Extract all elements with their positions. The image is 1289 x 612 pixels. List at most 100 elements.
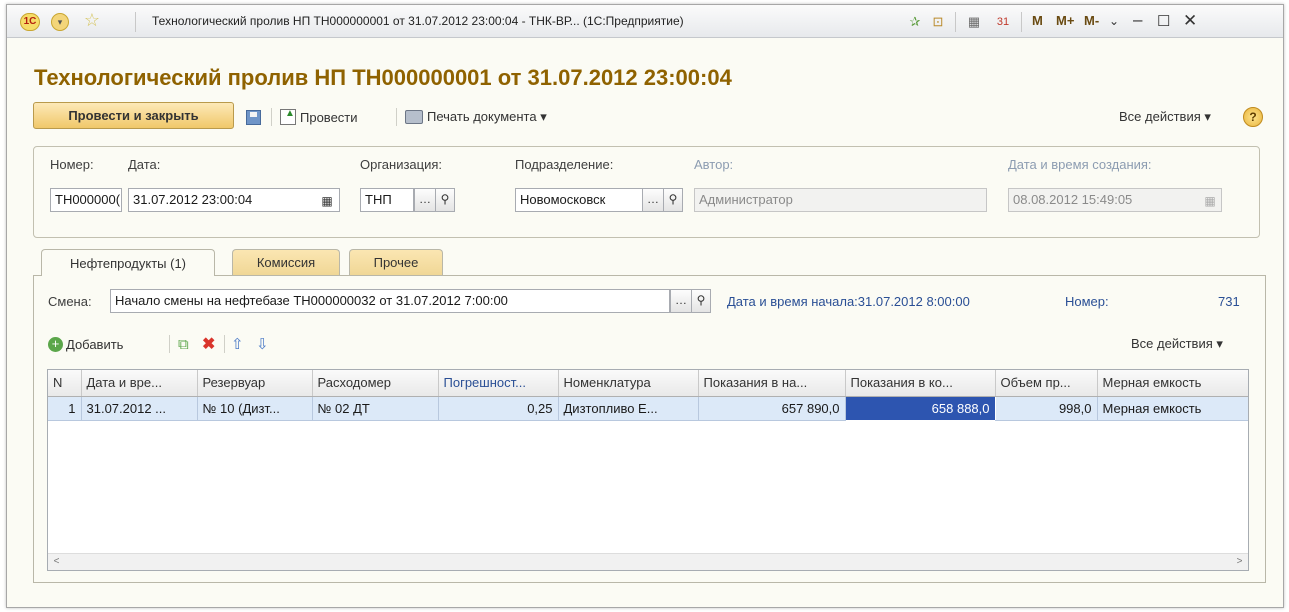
calendar-icon[interactable]: 31 bbox=[993, 12, 1013, 32]
column-header[interactable]: Объем пр... bbox=[995, 370, 1098, 397]
chevron-down-icon[interactable]: ⌄ bbox=[1109, 14, 1119, 28]
column-header[interactable]: Расходомер bbox=[312, 370, 439, 397]
move-down-icon[interactable]: ⇩ bbox=[256, 333, 269, 355]
page-title: Технологический пролив НП ТН000000001 от… bbox=[34, 65, 732, 90]
department-field[interactable]: Новомосковск bbox=[515, 188, 643, 212]
shift-search-icon[interactable]: ⚲ bbox=[691, 289, 711, 313]
post-button-label: Провести bbox=[300, 109, 358, 125]
created-label: Дата и время создания: bbox=[1008, 157, 1152, 172]
print-document-button[interactable]: Печать документа ▾ bbox=[405, 106, 547, 128]
column-header[interactable]: Дата и вре... bbox=[81, 370, 198, 397]
organization-field[interactable]: ТНП bbox=[360, 188, 414, 212]
table-cell[interactable]: № 02 ДТ bbox=[312, 396, 439, 421]
favorite-star-icon[interactable]: ☆ bbox=[80, 10, 104, 32]
column-header[interactable]: Показания в ко... bbox=[845, 370, 996, 397]
title-separator bbox=[1021, 12, 1022, 32]
table-cell[interactable]: № 10 (Дизт... bbox=[197, 396, 313, 421]
all-actions-menu[interactable]: Все действия ▾ bbox=[1119, 106, 1211, 128]
add-row-button[interactable]: + Добавить bbox=[48, 333, 123, 355]
calendar-picker-icon[interactable]: ▦ bbox=[318, 191, 336, 209]
column-header[interactable]: Показания в на... bbox=[698, 370, 846, 397]
department-search-icon[interactable]: ⚲ bbox=[663, 188, 683, 212]
memory-subtract-button[interactable]: M- bbox=[1084, 13, 1099, 28]
table-cell[interactable]: 1 bbox=[48, 396, 82, 421]
printer-icon bbox=[405, 110, 423, 124]
memory-add-button[interactable]: M+ bbox=[1056, 13, 1074, 28]
shift-start-label: Дата и время начала:31.07.2012 8:00:00 bbox=[727, 294, 970, 309]
table-cell[interactable]: 998,0 bbox=[995, 396, 1098, 421]
table-row[interactable]: 1 31.07.2012 ... № 10 (Дизт... № 02 ДТ 0… bbox=[48, 395, 1248, 421]
toolbar-separator bbox=[169, 335, 170, 353]
shift-label: Смена: bbox=[48, 294, 92, 309]
calendar-disabled-icon: ▦ bbox=[1204, 194, 1216, 208]
window-title: Технологический пролив НП ТН000000001 от… bbox=[152, 14, 684, 28]
move-up-icon[interactable]: ⇧ bbox=[231, 333, 244, 355]
main-menu-icon[interactable]: ▾ bbox=[51, 13, 69, 31]
shift-number-value: 731 bbox=[1218, 294, 1240, 309]
table-cell[interactable]: Дизтопливо Е... bbox=[558, 396, 699, 421]
memory-button[interactable]: M bbox=[1032, 13, 1043, 28]
table-cell[interactable]: 0,25 bbox=[438, 396, 559, 421]
horizontal-scrollbar[interactable]: < > bbox=[48, 553, 1248, 570]
floppy-disk-icon bbox=[246, 109, 261, 125]
tab-panel: Смена: Начало смены на нефтебазе ТН00000… bbox=[33, 275, 1266, 583]
table-cell-selected[interactable]: 658 888,0 bbox=[844, 395, 996, 421]
post-document-icon bbox=[280, 108, 296, 125]
minimize-icon[interactable]: – bbox=[1133, 10, 1142, 30]
app-window: 1С ▾ ☆ Технологический пролив НП ТН00000… bbox=[6, 4, 1284, 608]
bookmark-icon[interactable]: ⊡ bbox=[929, 12, 947, 32]
calculator-icon[interactable]: ▦ bbox=[965, 12, 983, 32]
created-field: 08.08.2012 15:49:05 bbox=[1008, 188, 1222, 212]
title-bar: 1С ▾ ☆ Технологический пролив НП ТН00000… bbox=[7, 5, 1283, 38]
print-button-label: Печать документа ▾ bbox=[427, 109, 547, 124]
tab-other[interactable]: Прочее bbox=[349, 249, 443, 275]
organization-select-button[interactable]: … bbox=[414, 188, 436, 212]
department-select-button[interactable]: … bbox=[642, 188, 664, 212]
shift-number-label: Номер: bbox=[1065, 294, 1109, 309]
organization-search-icon[interactable]: ⚲ bbox=[435, 188, 455, 212]
app-logo-icon[interactable]: 1С bbox=[20, 13, 40, 31]
table-cell[interactable]: 657 890,0 bbox=[698, 396, 846, 421]
tab-commission[interactable]: Комиссия bbox=[232, 249, 340, 275]
author-label: Автор: bbox=[694, 157, 734, 172]
table-all-actions-menu[interactable]: Все действия ▾ bbox=[1131, 333, 1223, 355]
organization-label: Организация: bbox=[360, 157, 443, 172]
shift-select-button[interactable]: … bbox=[670, 289, 692, 313]
maximize-icon[interactable]: ☐ bbox=[1157, 12, 1170, 30]
column-header[interactable]: Мерная емкость bbox=[1097, 370, 1248, 397]
add-favorite-icon[interactable]: ✰ bbox=[905, 12, 925, 32]
copy-row-icon[interactable]: ⧉ bbox=[178, 333, 189, 355]
help-button[interactable]: ? bbox=[1243, 107, 1263, 127]
delete-row-icon[interactable]: ✖ bbox=[202, 333, 215, 355]
column-header[interactable]: Номенклатура bbox=[558, 370, 699, 397]
products-table[interactable]: N Дата и вре... Резервуар Расходомер Пог… bbox=[47, 369, 1249, 571]
column-header[interactable]: N bbox=[48, 370, 82, 397]
toolbar-separator bbox=[224, 335, 225, 353]
department-label: Подразделение: bbox=[515, 157, 614, 172]
table-header-row: N Дата и вре... Резервуар Расходомер Пог… bbox=[48, 370, 1248, 397]
tab-petroleum-products[interactable]: Нефтепродукты (1) bbox=[41, 249, 215, 276]
scroll-right-icon[interactable]: > bbox=[1231, 554, 1248, 570]
save-button[interactable] bbox=[246, 106, 261, 128]
post-button[interactable]: Провести bbox=[280, 106, 358, 128]
date-label: Дата: bbox=[128, 157, 161, 172]
table-cell[interactable]: Мерная емкость bbox=[1097, 396, 1248, 421]
header-group: Номер: Дата: Организация: Подразделение:… bbox=[33, 146, 1260, 238]
scroll-left-icon[interactable]: < bbox=[48, 554, 65, 570]
add-row-label: Добавить bbox=[66, 336, 124, 352]
column-header[interactable]: Резервуар bbox=[197, 370, 313, 397]
author-field: Администратор bbox=[694, 188, 987, 212]
toolbar-separator bbox=[396, 108, 397, 126]
shift-field[interactable]: Начало смены на нефтебазе ТН000000032 от… bbox=[110, 289, 670, 313]
table-cell[interactable]: 31.07.2012 ... bbox=[81, 396, 198, 421]
number-label: Номер: bbox=[50, 157, 94, 172]
close-icon[interactable]: ✕ bbox=[1183, 11, 1197, 31]
shift-start-caption: Дата и время начала: bbox=[727, 294, 858, 309]
date-field[interactable]: 31.07.2012 23:00:04 bbox=[128, 188, 340, 212]
title-separator bbox=[135, 12, 136, 32]
toolbar-separator bbox=[271, 108, 272, 126]
post-and-close-button[interactable]: Провести и закрыть bbox=[33, 102, 234, 129]
title-separator bbox=[955, 12, 956, 32]
column-header[interactable]: Погрешност... bbox=[438, 370, 559, 397]
number-field[interactable]: ТН000000( bbox=[50, 188, 122, 212]
